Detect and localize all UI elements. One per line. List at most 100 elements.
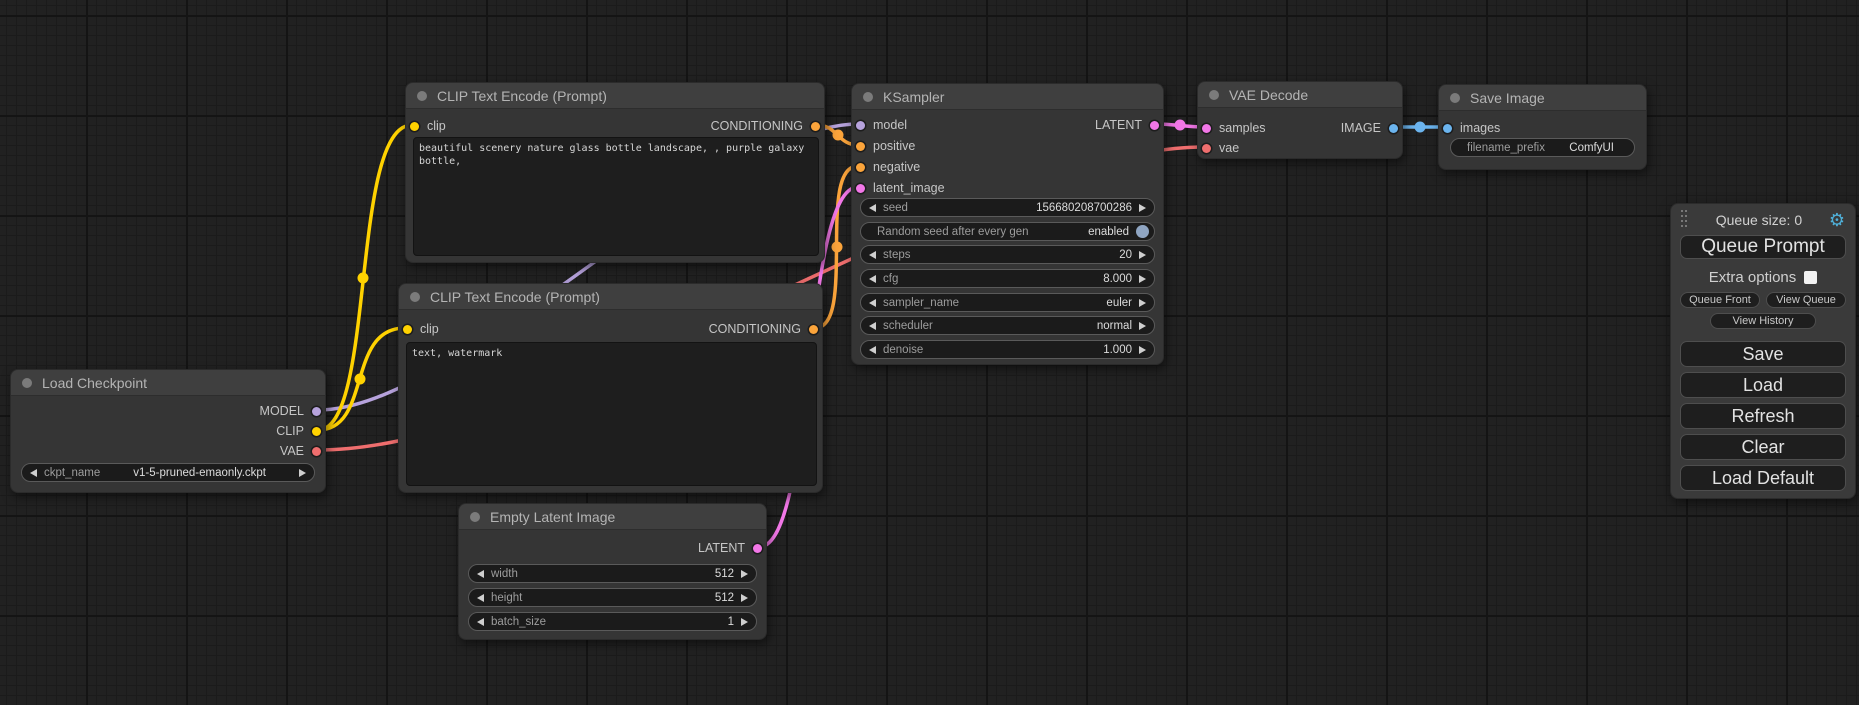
settings-gear-icon[interactable]: ⚙ — [1829, 211, 1845, 229]
prompt-textarea[interactable]: beautiful scenery nature glass bottle la… — [413, 137, 819, 256]
step-down-icon[interactable] — [869, 346, 876, 354]
step-down-icon[interactable] — [869, 204, 876, 212]
node-clip-text-encode-positive[interactable]: CLIP Text Encode (Prompt) clip CONDITION… — [405, 82, 825, 263]
node-title-bar[interactable]: CLIP Text Encode (Prompt) — [406, 83, 824, 109]
step-up-icon[interactable] — [1139, 204, 1146, 212]
widget-denoise[interactable]: denoise 1.000 — [860, 340, 1155, 359]
collapse-dot-icon[interactable] — [22, 378, 32, 388]
node-title-bar[interactable]: VAE Decode — [1198, 82, 1402, 108]
input-slot-samples[interactable]: samples — [1202, 119, 1266, 137]
step-down-icon[interactable] — [477, 618, 484, 626]
extra-options-checkbox[interactable] — [1804, 271, 1817, 284]
collapse-dot-icon[interactable] — [1209, 90, 1219, 100]
widget-height[interactable]: height 512 — [468, 588, 757, 607]
link-midpoint-dot[interactable] — [832, 242, 843, 253]
collapse-dot-icon[interactable] — [863, 92, 873, 102]
node-empty-latent-image[interactable]: Empty Latent Image LATENT width 512 heig… — [458, 503, 767, 640]
widget-width[interactable]: width 512 — [468, 564, 757, 583]
step-up-icon[interactable] — [741, 570, 748, 578]
collapse-dot-icon[interactable] — [1450, 93, 1460, 103]
node-ksampler[interactable]: KSampler model positive negative latent_… — [851, 83, 1164, 365]
widget-seed[interactable]: seed 156680208700286 — [860, 198, 1155, 217]
node-title-bar[interactable]: CLIP Text Encode (Prompt) — [399, 284, 822, 310]
save-button[interactable]: Save — [1680, 341, 1846, 367]
widget-batch-size[interactable]: batch_size 1 — [468, 612, 757, 631]
view-queue-button[interactable]: View Queue — [1766, 292, 1846, 308]
step-down-icon[interactable] — [869, 251, 876, 259]
conditioning-port-icon[interactable] — [856, 142, 865, 151]
step-up-icon[interactable] — [1139, 275, 1146, 283]
output-slot-latent[interactable]: LATENT — [698, 539, 762, 557]
widget-random-seed-toggle[interactable]: Random seed after every gen enabled — [860, 222, 1155, 241]
step-up-icon[interactable] — [741, 594, 748, 602]
node-title-bar[interactable]: Save Image — [1439, 85, 1646, 111]
input-slot-clip[interactable]: clip — [410, 117, 446, 135]
latent-port-icon[interactable] — [1150, 121, 1159, 130]
widget-scheduler[interactable]: scheduler normal — [860, 316, 1155, 335]
node-title-bar[interactable]: Load Checkpoint — [11, 370, 325, 396]
widget-cfg[interactable]: cfg 8.000 — [860, 269, 1155, 288]
node-title-bar[interactable]: Empty Latent Image — [459, 504, 766, 530]
conditioning-port-icon[interactable] — [809, 325, 818, 334]
output-slot-image[interactable]: IMAGE — [1341, 119, 1398, 137]
node-load-checkpoint[interactable]: Load Checkpoint MODEL CLIP VAE ckpt_name… — [10, 369, 326, 493]
view-history-button[interactable]: View History — [1710, 313, 1816, 329]
link-midpoint-dot[interactable] — [1415, 122, 1426, 133]
latent-port-icon[interactable] — [1202, 124, 1211, 133]
step-up-icon[interactable] — [741, 618, 748, 626]
image-port-icon[interactable] — [1389, 124, 1398, 133]
queue-front-button[interactable]: Queue Front — [1680, 292, 1760, 308]
clip-port-icon[interactable] — [410, 122, 419, 131]
output-slot-conditioning[interactable]: CONDITIONING — [711, 117, 820, 135]
queue-prompt-button[interactable]: Queue Prompt — [1680, 235, 1846, 259]
step-down-icon[interactable] — [30, 469, 37, 477]
input-slot-latent-image[interactable]: latent_image — [856, 179, 945, 197]
input-slot-vae[interactable]: vae — [1202, 139, 1239, 157]
input-slot-positive[interactable]: positive — [856, 137, 915, 155]
node-graph-canvas[interactable]: Load Checkpoint MODEL CLIP VAE ckpt_name… — [0, 0, 1859, 705]
model-port-icon[interactable] — [856, 121, 865, 130]
input-slot-model[interactable]: model — [856, 116, 907, 134]
step-down-icon[interactable] — [477, 594, 484, 602]
conditioning-port-icon[interactable] — [856, 163, 865, 172]
step-down-icon[interactable] — [869, 299, 876, 307]
node-title-bar[interactable]: KSampler — [852, 84, 1163, 110]
step-down-icon[interactable] — [477, 570, 484, 578]
step-up-icon[interactable] — [1139, 322, 1146, 330]
load-button[interactable]: Load — [1680, 372, 1846, 398]
output-slot-latent[interactable]: LATENT — [1095, 116, 1159, 134]
step-up-icon[interactable] — [1139, 251, 1146, 259]
step-down-icon[interactable] — [869, 275, 876, 283]
clear-button[interactable]: Clear — [1680, 434, 1846, 460]
refresh-button[interactable]: Refresh — [1680, 403, 1846, 429]
input-slot-images[interactable]: images — [1443, 119, 1500, 137]
latent-port-icon[interactable] — [856, 184, 865, 193]
node-vae-decode[interactable]: VAE Decode samples vae IMAGE — [1197, 81, 1403, 159]
output-slot-model[interactable]: MODEL — [260, 402, 321, 420]
link-midpoint-dot[interactable] — [1175, 120, 1186, 131]
widget-ckpt-name[interactable]: ckpt_name v1-5-pruned-emaonly.ckpt — [21, 463, 315, 482]
step-up-icon[interactable] — [1139, 346, 1146, 354]
step-up-icon[interactable] — [1139, 299, 1146, 307]
clip-port-icon[interactable] — [403, 325, 412, 334]
node-clip-text-encode-negative[interactable]: CLIP Text Encode (Prompt) clip CONDITION… — [398, 283, 823, 493]
load-default-button[interactable]: Load Default — [1680, 465, 1846, 491]
step-up-icon[interactable] — [299, 469, 306, 477]
prompt-textarea[interactable]: text, watermark — [406, 342, 817, 486]
vae-port-icon[interactable] — [1202, 144, 1211, 153]
output-slot-clip[interactable]: CLIP — [276, 422, 321, 440]
collapse-dot-icon[interactable] — [410, 292, 420, 302]
image-port-icon[interactable] — [1443, 124, 1452, 133]
queue-menu-panel[interactable]: Queue size: 0 ⚙ Queue Prompt Extra optio… — [1670, 203, 1856, 499]
conditioning-port-icon[interactable] — [811, 122, 820, 131]
model-port-icon[interactable] — [312, 407, 321, 416]
output-slot-vae[interactable]: VAE — [280, 442, 321, 460]
link-midpoint-dot[interactable] — [355, 374, 366, 385]
latent-port-icon[interactable] — [753, 544, 762, 553]
vae-port-icon[interactable] — [312, 447, 321, 456]
node-save-image[interactable]: Save Image images filename_prefix ComfyU… — [1438, 84, 1647, 170]
widget-sampler-name[interactable]: sampler_name euler — [860, 293, 1155, 312]
step-down-icon[interactable] — [869, 322, 876, 330]
collapse-dot-icon[interactable] — [470, 512, 480, 522]
widget-filename-prefix[interactable]: filename_prefix ComfyUI — [1450, 138, 1635, 157]
